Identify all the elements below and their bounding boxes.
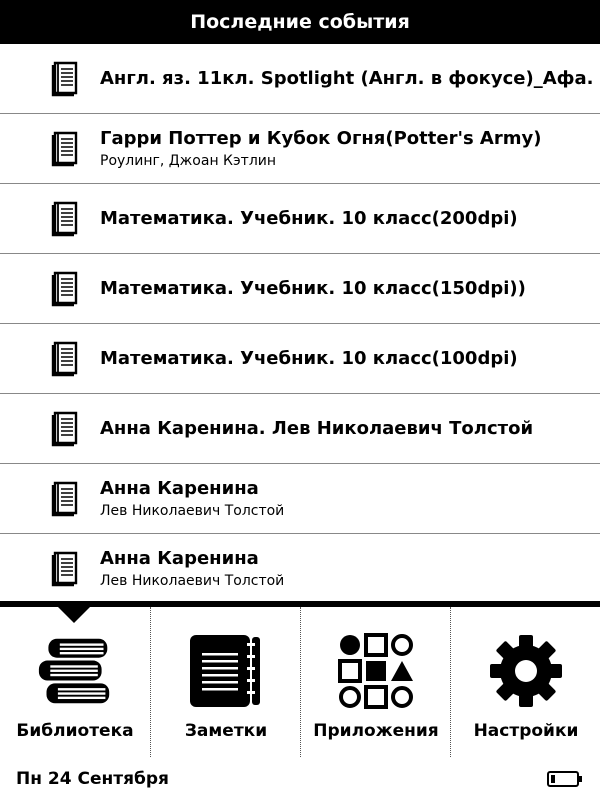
item-title: Англ. яз. 11кл. Spotlight (Англ. в фокус… <box>100 67 592 89</box>
book-icon <box>51 551 78 587</box>
header-bar: Последние события <box>0 0 600 44</box>
status-bar: Пн 24 Сентября <box>0 757 600 800</box>
tab-notes[interactable]: Заметки <box>150 607 300 757</box>
item-title: Анна Каренина <box>100 477 259 499</box>
list-item[interactable]: Математика. Учебник. 10 класс(100dpi) <box>0 324 600 394</box>
book-icon <box>51 341 78 377</box>
item-title: Гарри Поттер и Кубок Огня(Potter's Army) <box>100 127 542 149</box>
home-screen: Последние события Англ. яз. 11кл. Spotli… <box>0 0 600 800</box>
item-author: Лев Николаевич Толстой <box>100 502 285 519</box>
tab-settings[interactable]: Настройки <box>450 607 600 757</box>
tab-bar: Библиотека Заметки Приложения Настройки <box>0 601 600 757</box>
list-item[interactable]: Англ. яз. 11кл. Spotlight (Англ. в фокус… <box>0 44 600 114</box>
item-title: Анна Каренина <box>100 547 259 569</box>
tab-settings-label: Настройки <box>473 721 579 741</box>
item-title: Математика. Учебник. 10 класс(200dpi) <box>100 207 518 229</box>
battery-low-icon <box>547 771 582 787</box>
book-icon <box>51 271 78 307</box>
status-date: Пн 24 Сентября <box>16 769 169 789</box>
item-author: Лев Николаевич Толстой <box>100 572 285 589</box>
tab-notes-label: Заметки <box>184 721 268 741</box>
library-books-icon <box>38 638 110 704</box>
book-icon <box>51 481 78 517</box>
tab-apps-label: Приложения <box>313 721 439 741</box>
item-author: Роулинг, Джоан Кэтлин <box>100 152 277 169</box>
tab-apps[interactable]: Приложения <box>300 607 450 757</box>
book-icon <box>51 61 78 97</box>
list-item[interactable]: Гарри Поттер и Кубок Огня(Potter's Army)… <box>0 114 600 184</box>
list-item[interactable]: Математика. Учебник. 10 класс(150dpi)) <box>0 254 600 324</box>
item-title: Математика. Учебник. 10 класс(150dpi)) <box>100 277 526 299</box>
selected-tab-indicator <box>58 607 90 623</box>
book-icon <box>51 411 78 447</box>
settings-gear-icon <box>490 635 562 707</box>
tab-library[interactable]: Библиотека <box>0 607 150 757</box>
list-item[interactable]: Математика. Учебник. 10 класс(200dpi) <box>0 184 600 254</box>
tab-library-label: Библиотека <box>16 721 134 741</box>
notes-icon <box>190 635 260 707</box>
recent-list: Англ. яз. 11кл. Spotlight (Англ. в фокус… <box>0 44 600 604</box>
list-item[interactable]: Анна Каренина Лев Николаевич Толстой <box>0 464 600 534</box>
list-item[interactable]: Анна Каренина Лев Николаевич Толстой <box>0 534 600 604</box>
item-title: Математика. Учебник. 10 класс(100dpi) <box>100 347 518 369</box>
apps-icon <box>338 633 413 709</box>
item-title: Анна Каренина. Лев Николаевич Толстой <box>100 417 534 439</box>
page-title: Последние события <box>190 11 410 33</box>
list-item[interactable]: Анна Каренина. Лев Николаевич Толстой <box>0 394 600 464</box>
book-icon <box>51 131 78 167</box>
book-icon <box>51 201 78 237</box>
